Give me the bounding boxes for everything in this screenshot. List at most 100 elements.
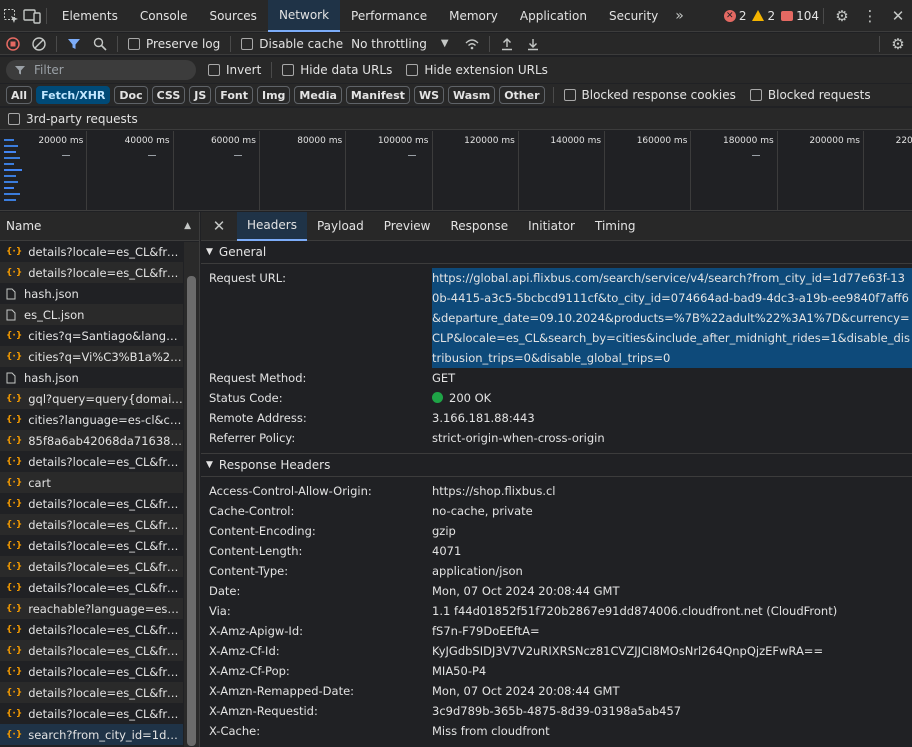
request-row[interactable]: {·} details?locale=es_CL&from_...	[0, 703, 183, 724]
request-url-value[interactable]: https://global.api.flixbus.com/search/se…	[432, 268, 912, 368]
request-row[interactable]: {·} details?locale=es_CL&from_...	[0, 661, 183, 682]
type-chip-css[interactable]: CSS	[151, 86, 186, 104]
tab-performance[interactable]: Performance	[340, 0, 438, 32]
network-conditions-icon[interactable]	[459, 37, 485, 51]
tab-security[interactable]: Security	[598, 0, 669, 32]
request-row[interactable]: {·} reachable?language=es-cl&...	[0, 598, 183, 619]
clear-icon[interactable]	[26, 36, 52, 51]
request-row[interactable]: {·} details?locale=es_CL&from_...	[0, 514, 183, 535]
settings-gear-icon[interactable]: ⚙	[828, 7, 856, 25]
request-row[interactable]: {·} cities?q=Vi%C3%B1a%20de...	[0, 346, 183, 367]
type-chip-font[interactable]: Font	[215, 86, 253, 104]
request-row[interactable]: {·} cities?language=es-cl&cou...	[0, 409, 183, 430]
hide-extension-urls-checkbox[interactable]	[406, 64, 419, 76]
response-headers-section-header[interactable]: ▼ Response Headers	[201, 454, 912, 477]
record-stop-icon[interactable]	[0, 36, 26, 51]
more-tabs-icon[interactable]: »	[675, 8, 684, 24]
scrollbar-thumb[interactable]	[187, 276, 196, 746]
request-row[interactable]: {·} details?locale=es_CL&from_...	[0, 451, 183, 472]
request-row[interactable]: {·} details?locale=es_CL&from_...	[0, 577, 183, 598]
request-row[interactable]: hash.json	[0, 283, 183, 304]
tab-application[interactable]: Application	[509, 0, 598, 32]
issue-counters[interactable]: ✕ 2 2 104	[723, 9, 819, 23]
search-icon[interactable]	[87, 37, 113, 51]
type-chip-js[interactable]: JS	[189, 86, 212, 104]
invert-checkbox[interactable]	[208, 64, 220, 76]
detail-tab-headers[interactable]: Headers	[237, 211, 307, 241]
network-overview-timeline[interactable]: 20000 ms 40000 ms 60000 ms 80000 ms 100000 m…	[0, 131, 912, 211]
type-chip-fetch-xhr[interactable]: Fetch/XHR	[36, 86, 111, 104]
request-row[interactable]: {·} search?from_city_id=1d77e...	[0, 724, 183, 745]
request-row[interactable]: {·} details?locale=es_CL&from_...	[0, 556, 183, 577]
disable-cache-checkbox[interactable]	[241, 37, 254, 50]
error-icon: ✕	[723, 9, 736, 22]
tab-elements[interactable]: Elements	[51, 0, 129, 32]
request-list-scrollbar[interactable]	[184, 242, 199, 747]
divider	[823, 7, 825, 24]
device-toolbar-icon[interactable]	[21, 0, 42, 32]
import-har-icon[interactable]	[494, 37, 520, 51]
throttling-caret-icon[interactable]: ▼	[441, 38, 449, 49]
sort-caret-icon[interactable]: ▲	[184, 221, 191, 231]
request-row[interactable]: {·} gql?query=query{domains(...	[0, 388, 183, 409]
tab-memory[interactable]: Memory	[438, 0, 509, 32]
error-count[interactable]: ✕ 2	[723, 9, 746, 23]
request-row[interactable]: {·} details?locale=es_CL&from_...	[0, 535, 183, 556]
network-settings-gear-icon[interactable]: ⚙	[884, 35, 912, 53]
general-section-header[interactable]: ▼ General	[201, 241, 912, 264]
request-row[interactable]: {·} details?locale=es_CL&from_...	[0, 682, 183, 703]
third-party-checkbox[interactable]	[8, 112, 20, 125]
request-row[interactable]: {·} details?locale=es_CL&from_...	[0, 619, 183, 640]
timeline-tick: 20000 ms	[38, 131, 88, 211]
type-chip-media[interactable]: Media	[294, 86, 342, 104]
close-detail-icon[interactable]: ✕	[201, 217, 237, 235]
name-column-header[interactable]: Name ▲	[0, 212, 199, 241]
issues-count[interactable]: 104	[781, 9, 819, 23]
timeline-request-bar	[4, 163, 14, 165]
detail-tab-initiator[interactable]: Initiator	[518, 212, 585, 241]
hide-data-urls-checkbox[interactable]	[282, 64, 295, 76]
blocked-requests-checkbox[interactable]	[749, 89, 762, 101]
response-header-name: X-Amz-Cf-Id:	[209, 644, 280, 658]
type-chip-all[interactable]: All	[6, 86, 33, 104]
timeline-request-bar	[4, 187, 14, 189]
detail-tab-timing[interactable]: Timing	[585, 212, 646, 241]
request-row[interactable]: {·} details?locale=es_CL&from_...	[0, 493, 183, 514]
filter-box[interactable]	[6, 60, 196, 80]
type-chip-doc[interactable]: Doc	[114, 86, 148, 104]
request-row[interactable]: hash.json	[0, 367, 183, 388]
xhr-braces-icon: {·}	[6, 519, 23, 530]
request-row[interactable]: {·} details?locale=es_CL&from_...	[0, 640, 183, 661]
request-row[interactable]: {·} details?locale=es_CL&from_...	[0, 262, 183, 283]
warning-count[interactable]: 2	[752, 9, 775, 23]
timeline-tick-label: 140000 ms	[550, 136, 602, 146]
detail-tab-payload[interactable]: Payload	[307, 212, 374, 241]
request-row[interactable]: es_CL.json	[0, 304, 183, 325]
type-chip-img[interactable]: Img	[256, 86, 291, 104]
response-header-value: gzip	[432, 524, 456, 538]
type-chip-ws[interactable]: WS	[413, 86, 444, 104]
preserve-log-checkbox[interactable]	[128, 37, 140, 50]
type-chip-manifest[interactable]: Manifest	[345, 86, 410, 104]
blocked-response-cookies-checkbox[interactable]	[563, 89, 576, 101]
timeline-request-bar	[234, 155, 242, 156]
filter-funnel-icon[interactable]	[61, 37, 87, 51]
throttling-select[interactable]: No throttling	[351, 37, 427, 51]
request-row[interactable]: {·} cart	[0, 472, 183, 493]
inspect-element-icon[interactable]	[0, 0, 21, 32]
timeline-tick: 40000 ms	[125, 131, 174, 211]
export-har-icon[interactable]	[520, 37, 546, 51]
detail-tab-preview[interactable]: Preview	[374, 212, 441, 241]
request-row[interactable]: {·} details?locale=es_CL&from_...	[0, 241, 183, 262]
kebab-menu-icon[interactable]: ⋮	[856, 7, 884, 25]
request-row[interactable]: {·} cities?q=Santiago&lang=es...	[0, 325, 183, 346]
tab-sources[interactable]: Sources	[198, 0, 267, 32]
close-devtools-icon[interactable]: ✕	[884, 7, 912, 25]
type-chip-other[interactable]: Other	[499, 86, 545, 104]
filter-input[interactable]	[34, 63, 184, 77]
tab-console[interactable]: Console	[129, 0, 199, 32]
request-row[interactable]: {·} 85f8a6ab42068da7163830b...	[0, 430, 183, 451]
tab-network[interactable]: Network	[267, 0, 341, 32]
type-chip-wasm[interactable]: Wasm	[448, 86, 496, 104]
detail-tab-response[interactable]: Response	[440, 212, 518, 241]
